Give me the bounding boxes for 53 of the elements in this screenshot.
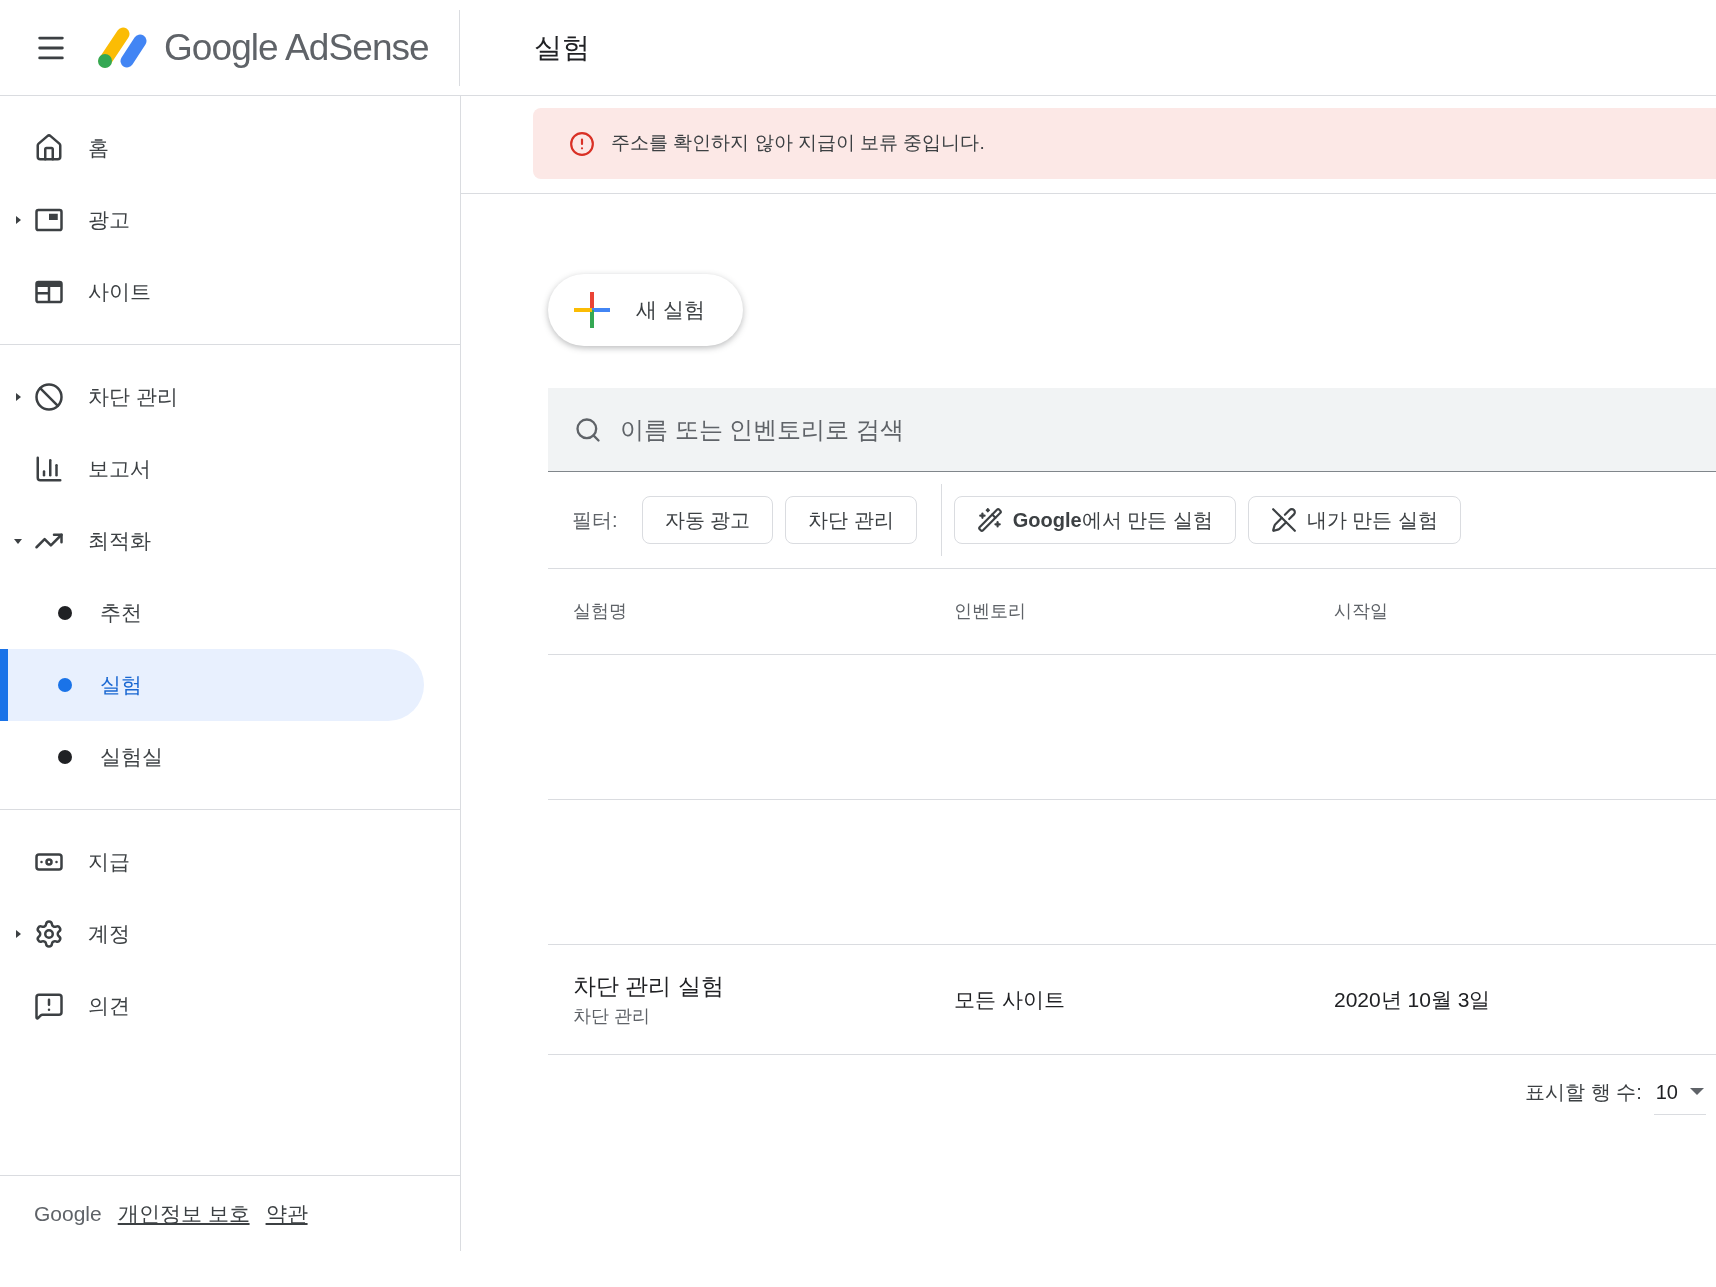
experiment-type: 차단 관리 bbox=[573, 1005, 651, 1029]
product-name: Google AdSense bbox=[164, 25, 429, 70]
rows-per-page-select[interactable]: 10 bbox=[1653, 1069, 1706, 1115]
nav-item[interactable]: 의견 bbox=[84, 990, 134, 1022]
page-title: 실험 bbox=[534, 30, 590, 65]
footer-link[interactable]: 개인정보 보호 bbox=[117, 1197, 250, 1230]
dot-icon bbox=[58, 606, 72, 620]
rows-per-page-label: 표시할 행 수: bbox=[1525, 1080, 1642, 1105]
plus-icon bbox=[574, 292, 610, 328]
crossed-wand-icon bbox=[1270, 507, 1297, 533]
settings-icon bbox=[34, 919, 64, 949]
column-header: 실험명 bbox=[573, 600, 627, 623]
feedback-icon bbox=[34, 991, 64, 1021]
magic-wand-icon bbox=[976, 507, 1003, 533]
nav-item[interactable]: 실험 bbox=[0, 649, 424, 721]
caret-icon[interactable] bbox=[14, 393, 22, 401]
nav-item[interactable]: 지급 bbox=[84, 846, 134, 878]
alert-text: 주소를 확인하지 않아 지급이 보류 중입니다. bbox=[611, 131, 985, 156]
nav-item[interactable]: 실험실 bbox=[0, 721, 424, 793]
nav-item[interactable]: 보고서 bbox=[84, 453, 155, 485]
nav-item[interactable]: 추천 bbox=[0, 577, 424, 649]
nav-item[interactable]: 사이트 bbox=[84, 276, 155, 308]
selection-indicator bbox=[0, 649, 8, 721]
bar-chart-icon bbox=[34, 454, 64, 484]
google-wordmark: Google bbox=[34, 1200, 102, 1227]
caret-icon[interactable] bbox=[14, 930, 22, 938]
home-icon bbox=[34, 133, 64, 163]
experiment-name: 차단 관리 실험 bbox=[573, 971, 724, 1001]
nav-item[interactable]: 최적화 bbox=[84, 525, 155, 557]
caret-icon[interactable] bbox=[14, 216, 22, 224]
filter-chip[interactable]: 차단 관리 bbox=[785, 496, 917, 544]
table-cell-text: 모든 사이트 bbox=[954, 986, 1065, 1013]
search-icon bbox=[574, 416, 602, 444]
nav-item[interactable]: 차단 관리 bbox=[84, 381, 182, 413]
filter-chip[interactable]: 자동 광고 bbox=[641, 496, 774, 544]
filter-chip[interactable]: Google에서 만든 실험 bbox=[953, 496, 1236, 544]
caret-icon[interactable] bbox=[14, 537, 22, 545]
table-cell-text: 2020년 10월 3일 bbox=[1334, 986, 1491, 1013]
block-icon bbox=[34, 382, 64, 412]
nav-item[interactable]: 계정 bbox=[84, 918, 134, 950]
filter-chip[interactable]: 내가 만든 실험 bbox=[1247, 496, 1461, 544]
nav-item[interactable]: 광고 bbox=[84, 204, 134, 236]
column-header: 시작일 bbox=[1334, 600, 1388, 623]
nav-item[interactable]: 홈 bbox=[84, 132, 113, 164]
search-field[interactable]: 이름 또는 인벤토리로 검색 bbox=[548, 388, 1716, 472]
dot-icon bbox=[58, 678, 72, 692]
dropdown-caret-icon bbox=[1690, 1087, 1704, 1096]
dot-icon bbox=[58, 750, 72, 764]
footer-link[interactable]: 약관 bbox=[265, 1197, 308, 1230]
new-experiment-button[interactable]: 새 실험 bbox=[548, 274, 743, 346]
error-icon bbox=[569, 130, 595, 157]
filter-label: 필터: bbox=[572, 508, 618, 533]
column-header: 인벤토리 bbox=[954, 600, 1026, 623]
